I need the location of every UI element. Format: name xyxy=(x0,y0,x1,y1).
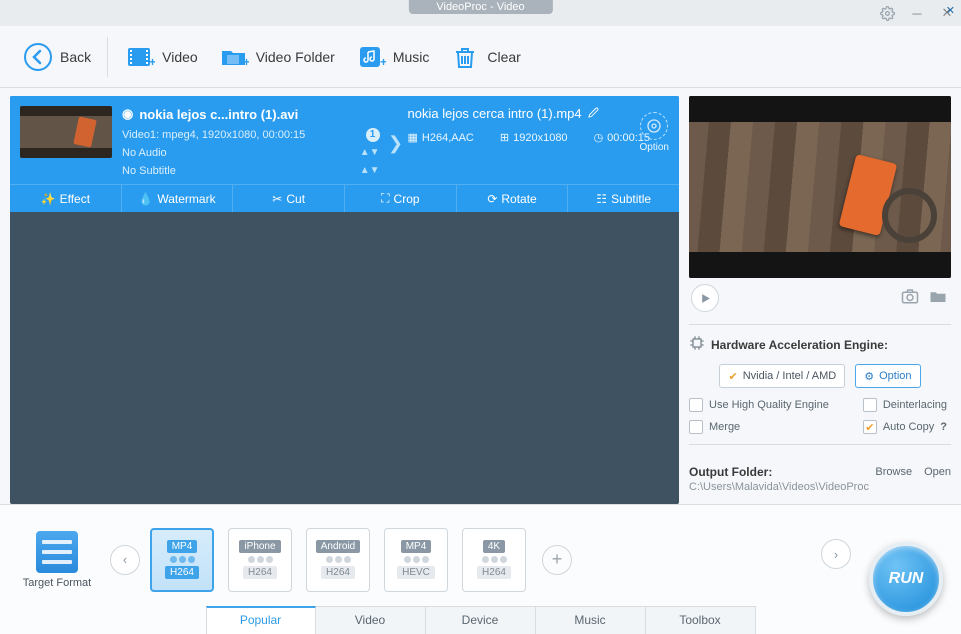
minimize-icon[interactable]: ─ xyxy=(909,5,925,21)
hw-title: Hardware Acceleration Engine: xyxy=(711,338,888,352)
hq-checkbox[interactable]: Use High Quality Engine xyxy=(689,398,829,412)
svg-text:+: + xyxy=(149,55,155,69)
prev-formats-button[interactable]: ‹ xyxy=(110,545,140,575)
video-label: Video xyxy=(162,49,198,65)
dest-resolution: ⊞ 1920x1080 xyxy=(500,131,568,144)
destination-info: nokia lejos cerca intro (1).mp4 ▦ H264,A… xyxy=(408,106,670,180)
settings-icon[interactable] xyxy=(879,5,895,21)
chip-icon xyxy=(689,335,705,354)
subtitle-button[interactable]: ☷ Subtitle xyxy=(568,185,679,212)
rename-icon[interactable] xyxy=(588,106,599,121)
option-label: Option xyxy=(640,142,669,153)
trash-icon xyxy=(449,41,481,73)
output-folder-label: Output Folder: xyxy=(689,465,772,479)
right-panel: Hardware Acceleration Engine: ✔Nvidia / … xyxy=(689,96,951,504)
add-format-button[interactable]: + xyxy=(542,545,572,575)
tab-music[interactable]: Music xyxy=(536,606,646,634)
arrow-icon: ❯ xyxy=(384,106,408,180)
next-formats-button[interactable]: › xyxy=(821,539,851,569)
format-tabs: Popular Video Device Music Toolbox xyxy=(0,606,961,634)
video-preview xyxy=(689,96,951,278)
video-list: ✕ ◉ nokia lejos c...intro (1).avi Video1… xyxy=(10,96,679,504)
tab-popular[interactable]: Popular xyxy=(206,606,316,634)
deinterlace-checkbox[interactable]: Deinterlacing xyxy=(863,398,947,412)
back-icon xyxy=(22,41,54,73)
tab-video[interactable]: Video xyxy=(316,606,426,634)
stream-badge[interactable]: 1 xyxy=(366,128,380,142)
video-folder-label: Video Folder xyxy=(256,49,335,65)
dest-codec: ▦ H264,AAC xyxy=(408,131,474,144)
crop-button[interactable]: ⛶ Crop xyxy=(345,185,457,212)
target-format-button[interactable]: Target Format xyxy=(14,531,100,589)
music-icon: + xyxy=(355,41,387,73)
preview-controls xyxy=(689,278,951,322)
titlebar: VideoProc - Video ─ ✕ xyxy=(0,0,961,26)
separator xyxy=(107,37,108,77)
dest-filename: nokia lejos cerca intro (1).mp4 xyxy=(408,106,582,121)
left-panel: ✕ ◉ nokia lejos c...intro (1).avi Video1… xyxy=(10,96,679,504)
target-format-icon xyxy=(36,531,78,573)
back-label: Back xyxy=(60,49,91,65)
help-icon[interactable]: ? xyxy=(940,421,947,433)
item-tools: ✨ Effect 💧 Watermark ✂ Cut ⛶ Crop ⟳ Rota… xyxy=(10,184,679,212)
video-item[interactable]: ✕ ◉ nokia lejos c...intro (1).avi Video1… xyxy=(10,96,679,212)
format-card-iphone[interactable]: iPhoneH264 xyxy=(228,528,292,592)
open-folder-icon[interactable] xyxy=(929,288,947,309)
folder-icon: + xyxy=(218,41,250,73)
tab-toolbox[interactable]: Toolbox xyxy=(646,606,756,634)
cut-button[interactable]: ✂ Cut xyxy=(233,185,345,212)
add-music-button[interactable]: + Music xyxy=(345,37,440,77)
source-info: ◉ nokia lejos c...intro (1).avi Video1: … xyxy=(122,106,384,180)
divider xyxy=(689,324,951,325)
add-video-folder-button[interactable]: + Video Folder xyxy=(208,37,345,77)
svg-text:+: + xyxy=(243,55,249,69)
hw-title-row: Hardware Acceleration Engine: xyxy=(689,335,951,354)
divider xyxy=(689,444,951,445)
source-filename: nokia lejos c...intro (1).avi xyxy=(139,107,298,122)
hw-option-button[interactable]: ⚙Option xyxy=(855,364,920,388)
bottom-panel: Target Format ‹ MP4H264 iPhoneH264 Andro… xyxy=(0,504,961,634)
target-format-label: Target Format xyxy=(23,577,91,589)
source-subtitle-info: No Subtitle xyxy=(122,162,176,180)
output-folder-path: C:\Users\Malavida\Videos\VideoProc xyxy=(689,481,951,493)
updown-icon[interactable]: ▲▼ xyxy=(360,162,380,180)
codec-option-button[interactable]: Option xyxy=(640,112,669,153)
format-card-mp4-h264[interactable]: MP4H264 xyxy=(150,528,214,592)
video-icon: + xyxy=(124,41,156,73)
format-card-mp4-hevc[interactable]: MP4HEVC xyxy=(384,528,448,592)
tab-device[interactable]: Device xyxy=(426,606,536,634)
effect-button[interactable]: ✨ Effect xyxy=(10,185,122,212)
browse-button[interactable]: Browse xyxy=(875,466,912,478)
bullet-icon: ◉ xyxy=(122,106,133,122)
gpu-checkbox[interactable]: ✔Nvidia / Intel / AMD xyxy=(719,364,845,388)
updown-icon[interactable]: ▲▼ xyxy=(360,144,380,162)
back-button[interactable]: Back xyxy=(12,37,101,77)
autocopy-checkbox[interactable]: ✔Auto Copy ? xyxy=(863,420,947,434)
watermark-button[interactable]: 💧 Watermark xyxy=(122,185,234,212)
codec-gear-icon xyxy=(640,112,668,140)
format-cards: MP4H264 iPhoneH264 AndroidH264 MP4HEVC 4… xyxy=(150,528,526,592)
source-audio-info: No Audio xyxy=(122,144,167,162)
clear-label: Clear xyxy=(487,49,520,65)
format-card-android[interactable]: AndroidH264 xyxy=(306,528,370,592)
merge-checkbox[interactable]: Merge xyxy=(689,420,829,434)
window-title: VideoProc - Video xyxy=(408,0,552,14)
run-button[interactable]: RUN xyxy=(869,542,943,616)
open-button[interactable]: Open xyxy=(924,466,951,478)
main: ✕ ◉ nokia lejos c...intro (1).avi Video1… xyxy=(0,88,961,504)
music-label: Music xyxy=(393,49,430,65)
toolbar: Back + Video + Video Folder + Music Clea… xyxy=(0,26,961,88)
play-button[interactable] xyxy=(691,284,719,312)
svg-text:+: + xyxy=(380,55,386,69)
add-video-button[interactable]: + Video xyxy=(114,37,208,77)
clear-button[interactable]: Clear xyxy=(439,37,530,77)
format-card-4k[interactable]: 4KH264 xyxy=(462,528,526,592)
source-video-info: Video1: mpeg4, 1920x1080, 00:00:15 xyxy=(122,126,305,144)
snapshot-icon[interactable] xyxy=(901,288,919,309)
rotate-button[interactable]: ⟳ Rotate xyxy=(457,185,569,212)
video-thumbnail xyxy=(20,106,112,158)
